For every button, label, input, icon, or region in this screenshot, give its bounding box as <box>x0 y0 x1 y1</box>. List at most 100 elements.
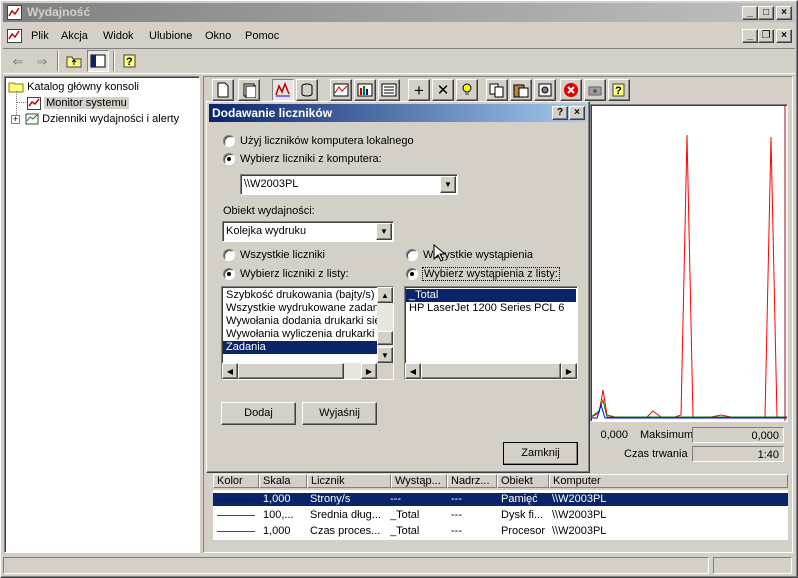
header-scale[interactable]: Skala <box>259 474 307 488</box>
counters-hscrollbar[interactable]: ◀ ▶ <box>222 363 377 379</box>
list-item[interactable]: Szybkość drukowania (bajty/s) <box>223 289 378 302</box>
header-instance[interactable]: Wystąp... <box>391 474 447 488</box>
view-report-icon[interactable] <box>378 79 400 101</box>
copy-properties-icon[interactable] <box>486 79 508 101</box>
status-bar <box>3 556 795 575</box>
list-item[interactable]: Wywołania dodania drukarki sieci <box>223 315 378 328</box>
min-value: 0,000 <box>600 429 628 441</box>
cell-parent: --- <box>451 509 462 521</box>
delete-counter-icon[interactable]: ✕ <box>432 79 454 101</box>
duration-value-box: 1:40 <box>692 446 784 462</box>
properties-icon[interactable] <box>534 79 556 101</box>
menu-plik[interactable]: Plik <box>25 26 55 46</box>
tree-item-monitor[interactable]: Monitor systemu <box>27 95 129 111</box>
add-button[interactable]: Dodaj <box>221 402 296 425</box>
list-item[interactable]: HP LaserJet 1200 Series PCL 6 <box>406 302 576 315</box>
dialog-title: Dodawanie liczników <box>212 106 333 120</box>
list-item[interactable]: Wywołania wyliczenia drukarki sie <box>223 328 378 341</box>
cell-parent: --- <box>451 525 462 537</box>
child-minimize-button[interactable]: _ <box>742 29 758 43</box>
paste-counter-list-icon[interactable] <box>510 79 532 101</box>
chevron-down-icon[interactable]: ▼ <box>376 223 392 240</box>
highlight-lightbulb-icon[interactable] <box>456 79 478 101</box>
show-tree-icon[interactable] <box>87 50 109 72</box>
radio-all-instances[interactable] <box>406 249 418 261</box>
tree-logs-label: Dzienniki wydajności i alerty <box>42 113 180 125</box>
window-title: Wydajność <box>27 5 91 19</box>
max-label: Maksimum <box>640 429 694 441</box>
up-folder-icon[interactable] <box>63 50 85 72</box>
header-color[interactable]: Kolor <box>213 474 259 488</box>
menu-widok[interactable]: Widok <box>97 26 140 46</box>
radio-all-counters-label: Wszystkie liczniki <box>240 249 325 261</box>
expand-plus-icon[interactable]: + <box>11 114 20 124</box>
maximize-button[interactable]: □ <box>758 6 774 20</box>
child-close-button[interactable]: × <box>776 29 792 43</box>
header-parent[interactable]: Nadrz... <box>447 474 497 488</box>
radio-all-counters[interactable] <box>223 249 235 261</box>
clear-display-icon[interactable] <box>238 79 260 101</box>
view-histogram-icon[interactable] <box>354 79 376 101</box>
new-counter-set-icon[interactable] <box>212 79 234 101</box>
counters-vscrollbar[interactable]: ▲ ▼ <box>377 287 393 363</box>
scroll-right-icon[interactable]: ▶ <box>561 363 577 379</box>
scroll-right-icon[interactable]: ▶ <box>361 363 377 379</box>
processor-time-series-line <box>591 134 787 418</box>
monitor-help-icon[interactable]: ? <box>608 79 630 101</box>
minimize-button[interactable]: _ <box>742 6 758 20</box>
table-row[interactable]: 1,000 Czas proces... _Total --- Procesor… <box>213 525 788 538</box>
radio-select-computer[interactable] <box>223 153 235 165</box>
dialog-close-button[interactable]: × <box>569 106 585 120</box>
instances-listbox[interactable]: _Total HP LaserJet 1200 Series PCL 6 ◀ ▶ <box>404 286 578 380</box>
radio-select-counters[interactable] <box>223 268 235 280</box>
scroll-up-icon[interactable]: ▲ <box>377 287 393 303</box>
view-log-data-icon[interactable] <box>296 79 318 101</box>
scroll-thumb[interactable] <box>377 331 393 345</box>
scroll-down-icon[interactable]: ▼ <box>377 347 393 363</box>
list-item[interactable]: _Total <box>406 289 576 302</box>
header-computer[interactable]: Komputer <box>549 474 788 488</box>
freeze-display-icon[interactable] <box>560 79 582 101</box>
forward-arrow-icon[interactable]: ⇒ <box>31 50 53 72</box>
cell-computer: \\W2003PL <box>552 509 607 521</box>
scroll-left-icon[interactable]: ◀ <box>405 363 421 379</box>
table-row[interactable]: 1,000 Strony/s --- --- Pamięć \\W2003PL <box>213 493 788 506</box>
add-counter-icon[interactable]: + <box>408 79 430 101</box>
child-restore-button[interactable]: ❐ <box>758 29 774 43</box>
menu-okno[interactable]: Okno <box>199 26 237 46</box>
explain-button[interactable]: Wyjaśnij <box>302 402 377 425</box>
console-tree: Katalog główny konsoli Monitor systemu +… <box>4 76 200 553</box>
radio-select-instances[interactable] <box>406 268 418 280</box>
menu-ulubione[interactable]: Ulubione <box>143 26 198 46</box>
tree-item-root[interactable]: Katalog główny konsoli <box>8 79 139 95</box>
menu-akcja[interactable]: Akcja <box>55 26 94 46</box>
object-combobox[interactable]: Kolejka wydruku ▼ <box>222 221 394 242</box>
list-item[interactable]: Zadania <box>223 341 378 354</box>
cell-instance: _Total <box>390 525 420 537</box>
close-dialog-button[interactable]: Zamknij <box>503 442 578 465</box>
disk-queue-series-line <box>591 398 787 418</box>
table-row[interactable]: 100,... Średnia dług... _Total --- Dysk … <box>213 509 788 522</box>
instances-hscrollbar[interactable]: ◀ ▶ <box>405 363 577 379</box>
chevron-down-icon[interactable]: ▼ <box>440 176 456 193</box>
tree-item-logs[interactable]: + Dzienniki wydajności i alerty <box>11 111 179 127</box>
dialog-help-button[interactable]: ? <box>552 106 568 120</box>
back-arrow-icon[interactable]: ⇐ <box>7 50 29 72</box>
view-current-activity-icon[interactable] <box>272 79 294 101</box>
help-icon[interactable]: ? <box>119 50 141 72</box>
header-counter[interactable]: Licznik <box>307 474 391 488</box>
counters-listbox[interactable]: Szybkość drukowania (bajty/s) Wszystkie … <box>221 286 394 380</box>
view-graph-icon[interactable] <box>330 79 352 101</box>
scroll-thumb[interactable] <box>238 363 344 379</box>
scroll-thumb[interactable] <box>421 363 561 379</box>
update-data-icon[interactable] <box>584 79 606 101</box>
menu-pomoc[interactable]: Pomoc <box>239 26 285 46</box>
close-button[interactable]: × <box>776 6 792 20</box>
header-object[interactable]: Obiekt <box>497 474 549 488</box>
monitor-chart-icon <box>27 96 41 110</box>
computer-combobox[interactable]: \\W2003PL ▼ <box>240 174 458 195</box>
list-item[interactable]: Wszystkie wydrukowane zadania <box>223 302 378 315</box>
radio-local-computer[interactable] <box>223 135 235 147</box>
main-toolbar: ⇐ ⇒ ? <box>3 48 795 74</box>
scroll-left-icon[interactable]: ◀ <box>222 363 238 379</box>
